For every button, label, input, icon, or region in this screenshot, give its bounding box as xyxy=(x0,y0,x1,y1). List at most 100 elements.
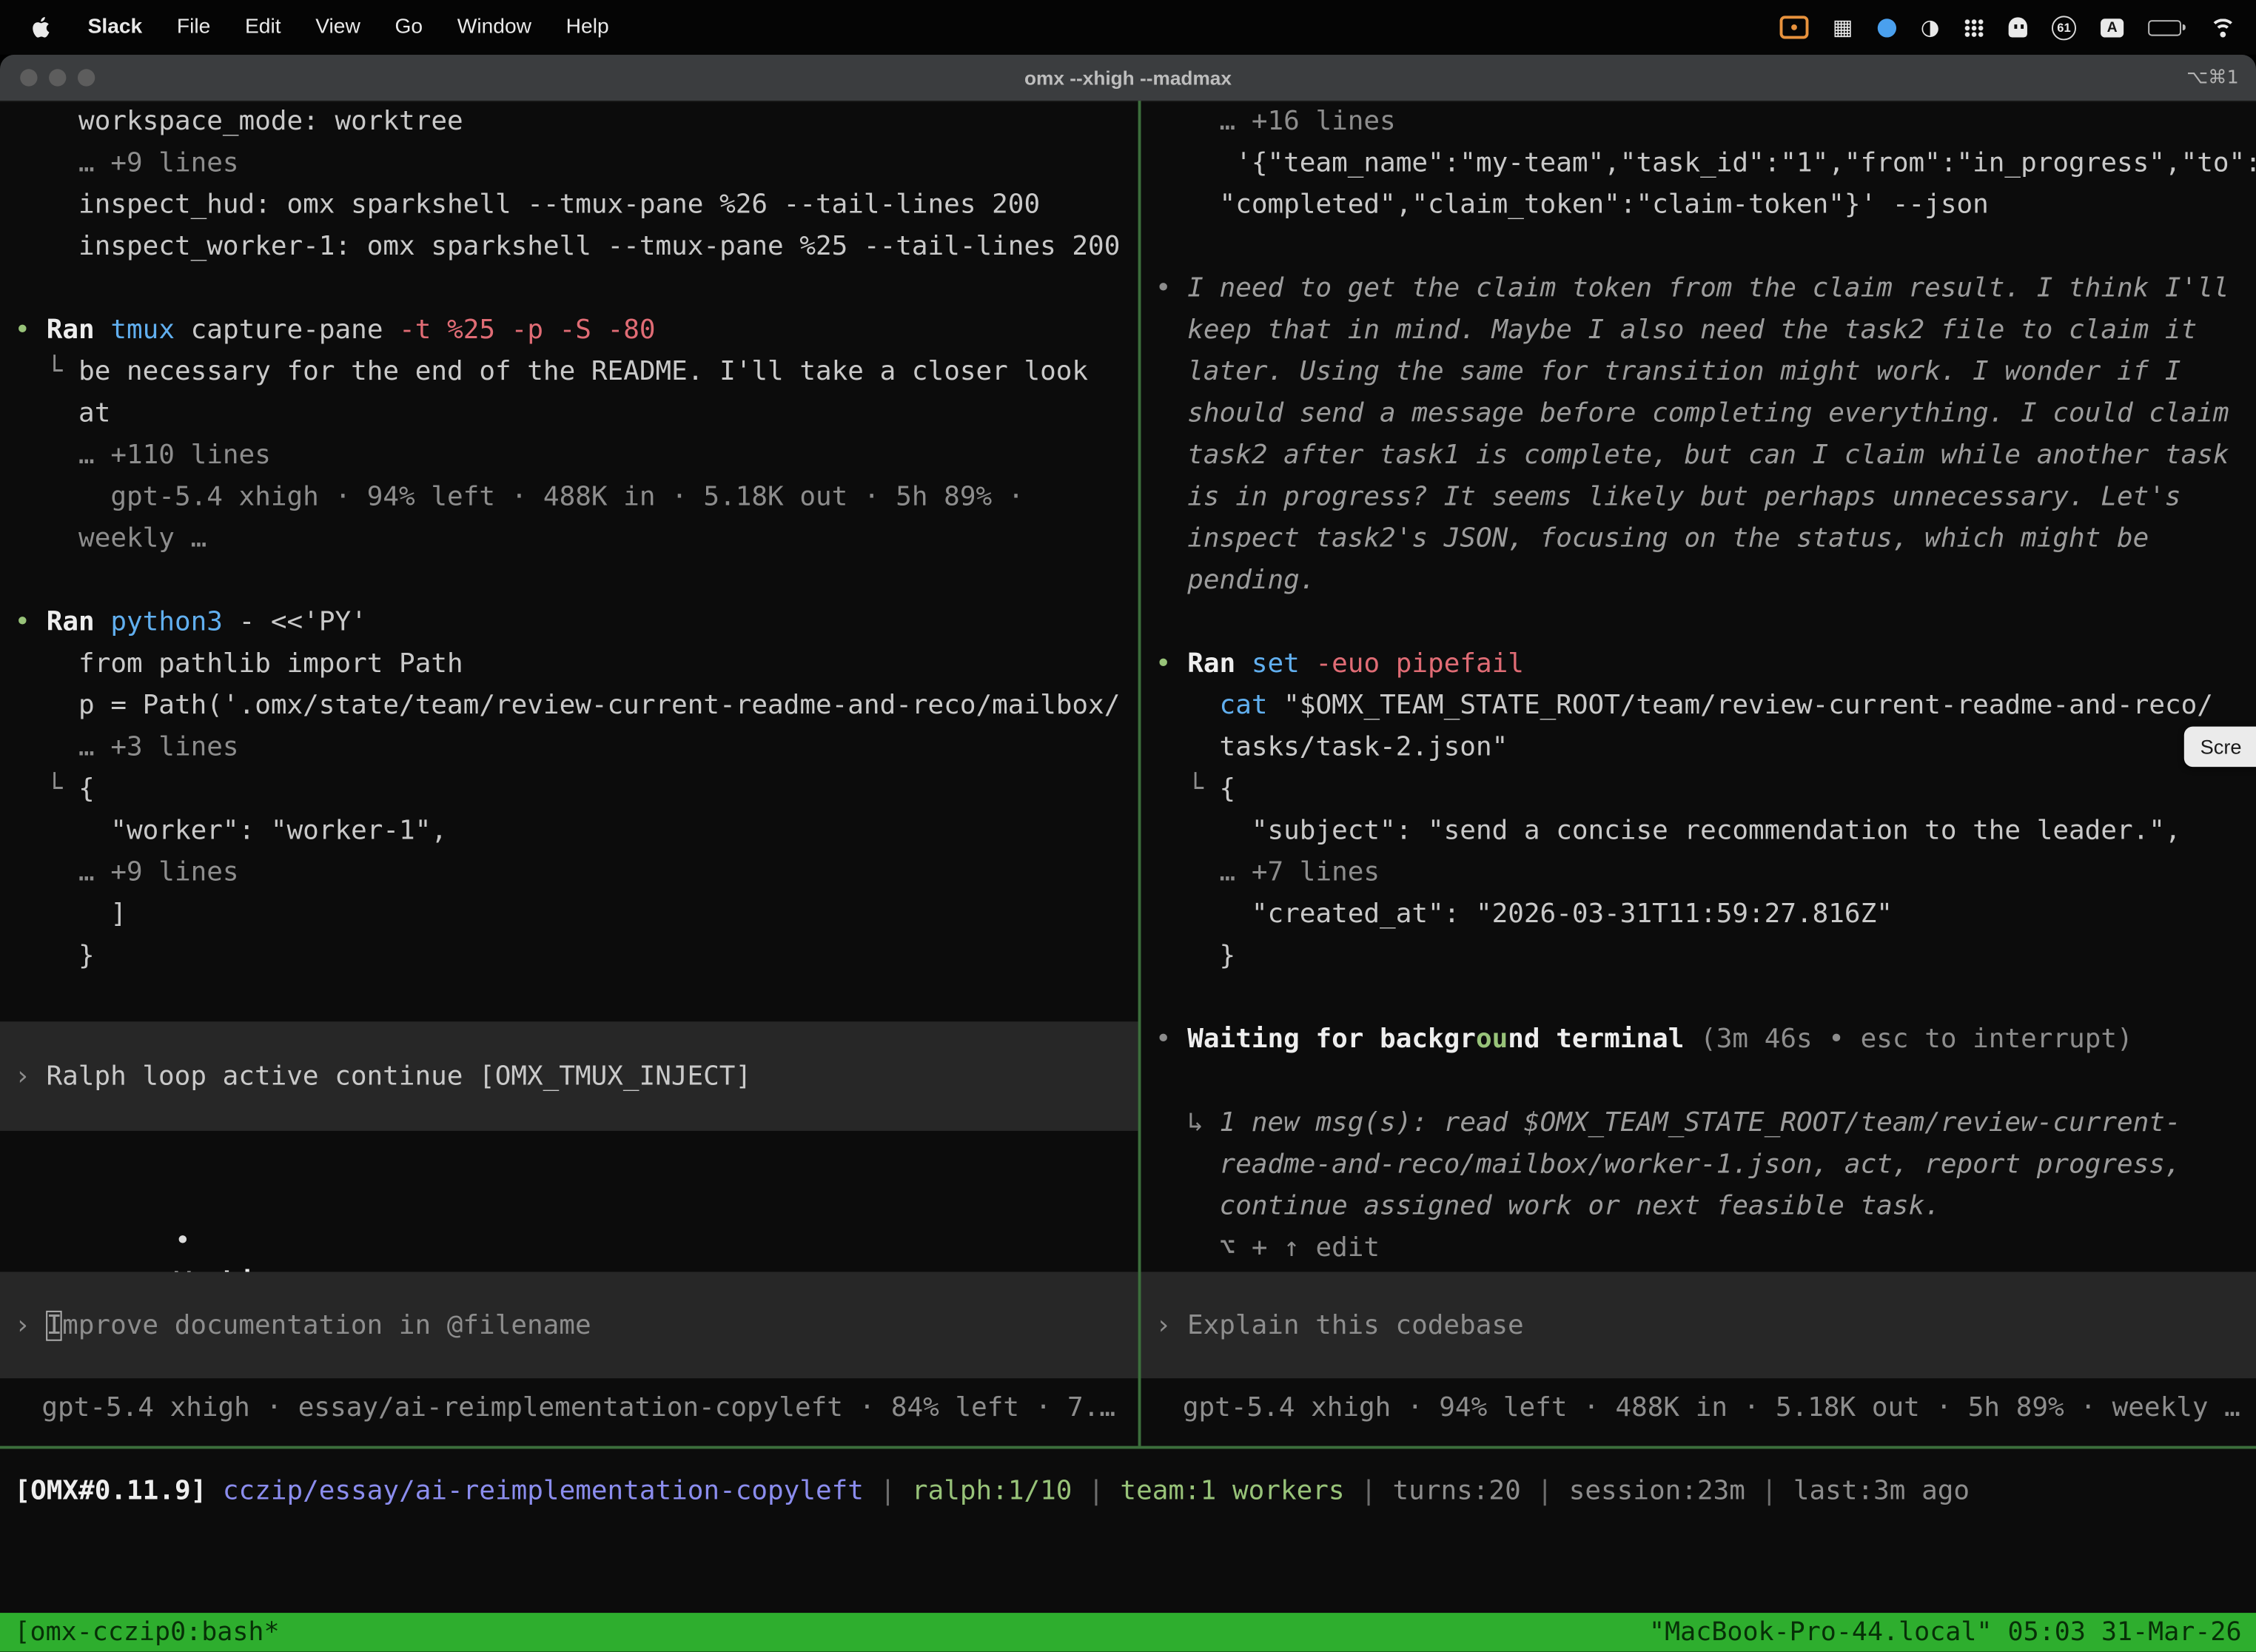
text-segment: last:3m ago xyxy=(1793,1476,1970,1506)
text-segment: workspace_mode: worktree xyxy=(14,107,463,137)
close-button[interactable] xyxy=(20,69,37,86)
terminal-line: "created_at": "2026-03-31T11:59:27.816Z" xyxy=(1155,893,2256,935)
tmux-session-window[interactable]: [omx-cczip0:bash* xyxy=(14,1617,279,1648)
battery-percent-badge[interactable]: 61 xyxy=(2052,15,2076,39)
contrast-icon[interactable]: ◑ xyxy=(1921,16,1939,38)
text-segment: is in progress? It seems likely but perh… xyxy=(1155,482,2181,512)
terminal-line xyxy=(14,268,1138,309)
text-segment: … +110 lines xyxy=(14,440,270,471)
menubar-status-icons: ▦ ◑ 61 A xyxy=(1779,15,2236,39)
text-segment: readme-and-reco/mailbox/worker-1.json, a… xyxy=(1155,1149,2181,1180)
screen-overlay[interactable]: Scre xyxy=(2184,727,2256,767)
terminal-line: "worker": "worker-1", xyxy=(14,810,1138,851)
menubar: Slack FileEditViewGoWindowHelp ▦ ◑ 61 A xyxy=(0,0,2256,55)
menubar-menu-window[interactable]: Window xyxy=(440,16,548,38)
tmux-pane-right[interactable]: … +16 lines '{"team_name":"my-team","tas… xyxy=(1141,101,2256,1446)
terminal-line: • Ran set -euo pipefail xyxy=(1155,643,2256,685)
composer-input-left[interactable]: › I mprove documentation in @filename xyxy=(0,1272,1138,1378)
terminal-line: workspace_mode: worktree xyxy=(14,101,1138,142)
terminal-line: cat "$OMX_TEAM_STATE_ROOT/team/review-cu… xyxy=(1155,685,2256,726)
text-segment: turns:20 xyxy=(1393,1476,1521,1506)
menubar-menus: FileEditViewGoWindowHelp xyxy=(160,16,626,38)
text-segment: from pathlib import Path xyxy=(14,649,463,679)
zoom-button[interactable] xyxy=(78,69,95,86)
text-segment: -t %25 -p -S -80 xyxy=(399,315,655,346)
terminal-line: … +7 lines xyxy=(1155,852,2256,893)
terminal-line: inspect_worker-1: omx sparkshell --tmux-… xyxy=(14,226,1138,267)
text-segment: Waiting for backgr xyxy=(1187,1024,1476,1055)
text-segment: capture-pane xyxy=(191,315,399,346)
pane-divider-vertical[interactable] xyxy=(1138,101,1141,1446)
text-segment: inspect_hud: omx sparkshell --tmux-pane … xyxy=(14,190,1040,221)
menubar-menu-view[interactable]: View xyxy=(298,16,377,38)
terminal-line: └ { xyxy=(1155,768,2256,810)
omx-status-line: [OMX#0.11.9] cczip/essay/ai-reimplementa… xyxy=(14,1471,1970,1512)
text-segment: team:1 workers xyxy=(1120,1476,1344,1506)
tiles-icon[interactable]: ▦ xyxy=(1833,16,1853,38)
terminal-line: tasks/task-2.json" xyxy=(1155,727,2256,768)
terminal-line: } xyxy=(14,936,1138,977)
text-segment: } xyxy=(1155,941,1235,971)
pane-divider-horizontal[interactable] xyxy=(0,1446,2256,1449)
menubar-menu-help[interactable]: Help xyxy=(548,16,626,38)
titlebar[interactable]: omx --xhigh --madmax ⌥⌘1 xyxy=(0,55,2256,102)
apple-logo-icon xyxy=(29,14,50,40)
text-segment: "created_at": "2026-03-31T11:59:27.816Z" xyxy=(1155,899,1893,930)
desktop: Slack FileEditViewGoWindowHelp ▦ ◑ 61 A xyxy=(0,0,2256,1652)
battery-icon[interactable] xyxy=(2148,19,2186,35)
tmux-pane-left[interactable]: workspace_mode: worktree … +9 lines insp… xyxy=(0,101,1138,1446)
ghost-icon[interactable] xyxy=(2009,17,2027,37)
composer-input-right[interactable]: › Explain this codebase xyxy=(1141,1272,2256,1378)
text-segment: '{"team_name":"my-team","task_id":"1","f… xyxy=(1155,148,2256,178)
screen-recording-indicator[interactable] xyxy=(1779,16,1808,38)
terminal-line: ] xyxy=(14,893,1138,935)
text-segment: { xyxy=(1220,774,1236,805)
text-segment: • xyxy=(1155,1024,1187,1055)
terminal-line: • Ran tmux capture-pane -t %25 -p -S -80 xyxy=(14,309,1138,351)
text-segment: weekly … xyxy=(14,524,207,554)
terminal-line: readme-and-reco/mailbox/worker-1.json, a… xyxy=(1155,1144,2256,1185)
terminal-line: keep that in mind. Maybe I also need the… xyxy=(1155,309,2256,351)
bullet: • xyxy=(175,1226,191,1256)
text-segment: | xyxy=(1072,1476,1120,1506)
terminal-line xyxy=(1155,602,2256,643)
text-segment: nd terminal xyxy=(1508,1024,1700,1055)
text-segment: pending. xyxy=(1155,565,1316,596)
minimize-button[interactable] xyxy=(49,69,66,86)
text-segment: -euo pipefail xyxy=(1315,649,1523,679)
input-source-icon[interactable]: A xyxy=(2101,18,2124,36)
text-segment: tasks/task-2.json" xyxy=(1155,732,1508,762)
terminal-line: task2 after task1 is complete, but can I… xyxy=(1155,434,2256,476)
text-segment: set xyxy=(1252,649,1316,679)
text-segment: should send a message before completing … xyxy=(1155,398,2229,429)
terminal-line: from pathlib import Path xyxy=(14,643,1138,685)
text-segment: gpt-5.4 xhigh · 94% left · 488K in · 5.1… xyxy=(14,482,1024,512)
terminal-line: • I need to get the claim token from the… xyxy=(1155,268,2256,309)
blue-app-icon[interactable] xyxy=(1878,18,1896,36)
menubar-menu-go[interactable]: Go xyxy=(377,16,440,38)
apple-menu[interactable] xyxy=(29,14,50,40)
wifi-icon[interactable] xyxy=(2210,18,2236,36)
window-title: omx --xhigh --madmax xyxy=(1024,67,1232,88)
window-shortcut: ⌥⌘1 xyxy=(2186,67,2238,88)
terminal-line: "completed","claim_token":"claim-token"}… xyxy=(1155,184,2256,226)
working-status: • Working (6m 38s • esc to interrupt) xyxy=(14,1178,607,1220)
terminal-line: … +110 lines xyxy=(14,434,1138,476)
text-segment: ralph:1/10 xyxy=(912,1476,1072,1506)
dots-grid-icon[interactable] xyxy=(1964,18,1984,36)
text-segment: | xyxy=(1345,1476,1393,1506)
menubar-menu-file[interactable]: File xyxy=(160,16,228,38)
menubar-app-name[interactable]: Slack xyxy=(70,16,159,38)
terminal-line: is in progress? It seems likely but perh… xyxy=(1155,476,2256,517)
text-segment: Ran xyxy=(1187,649,1252,679)
terminal-line xyxy=(14,560,1138,601)
terminal-line: … +16 lines xyxy=(1155,101,2256,142)
text-segment: • xyxy=(1155,273,1187,303)
inject-banner[interactable]: › Ralph loop active continue [OMX_TMUX_I… xyxy=(0,1021,1138,1131)
text-segment: └ xyxy=(1155,774,1220,805)
prompt-icon: › xyxy=(14,1061,30,1092)
text-segment: continue assigned work or next feasible … xyxy=(1155,1192,1941,1222)
menubar-menu-edit[interactable]: Edit xyxy=(228,16,298,38)
terminal-line: • Ran python3 - <<'PY' xyxy=(14,602,1138,643)
text-segment: 1 new msg(s): read $OMX_TEAM_STATE_ROOT/… xyxy=(1220,1108,2181,1138)
